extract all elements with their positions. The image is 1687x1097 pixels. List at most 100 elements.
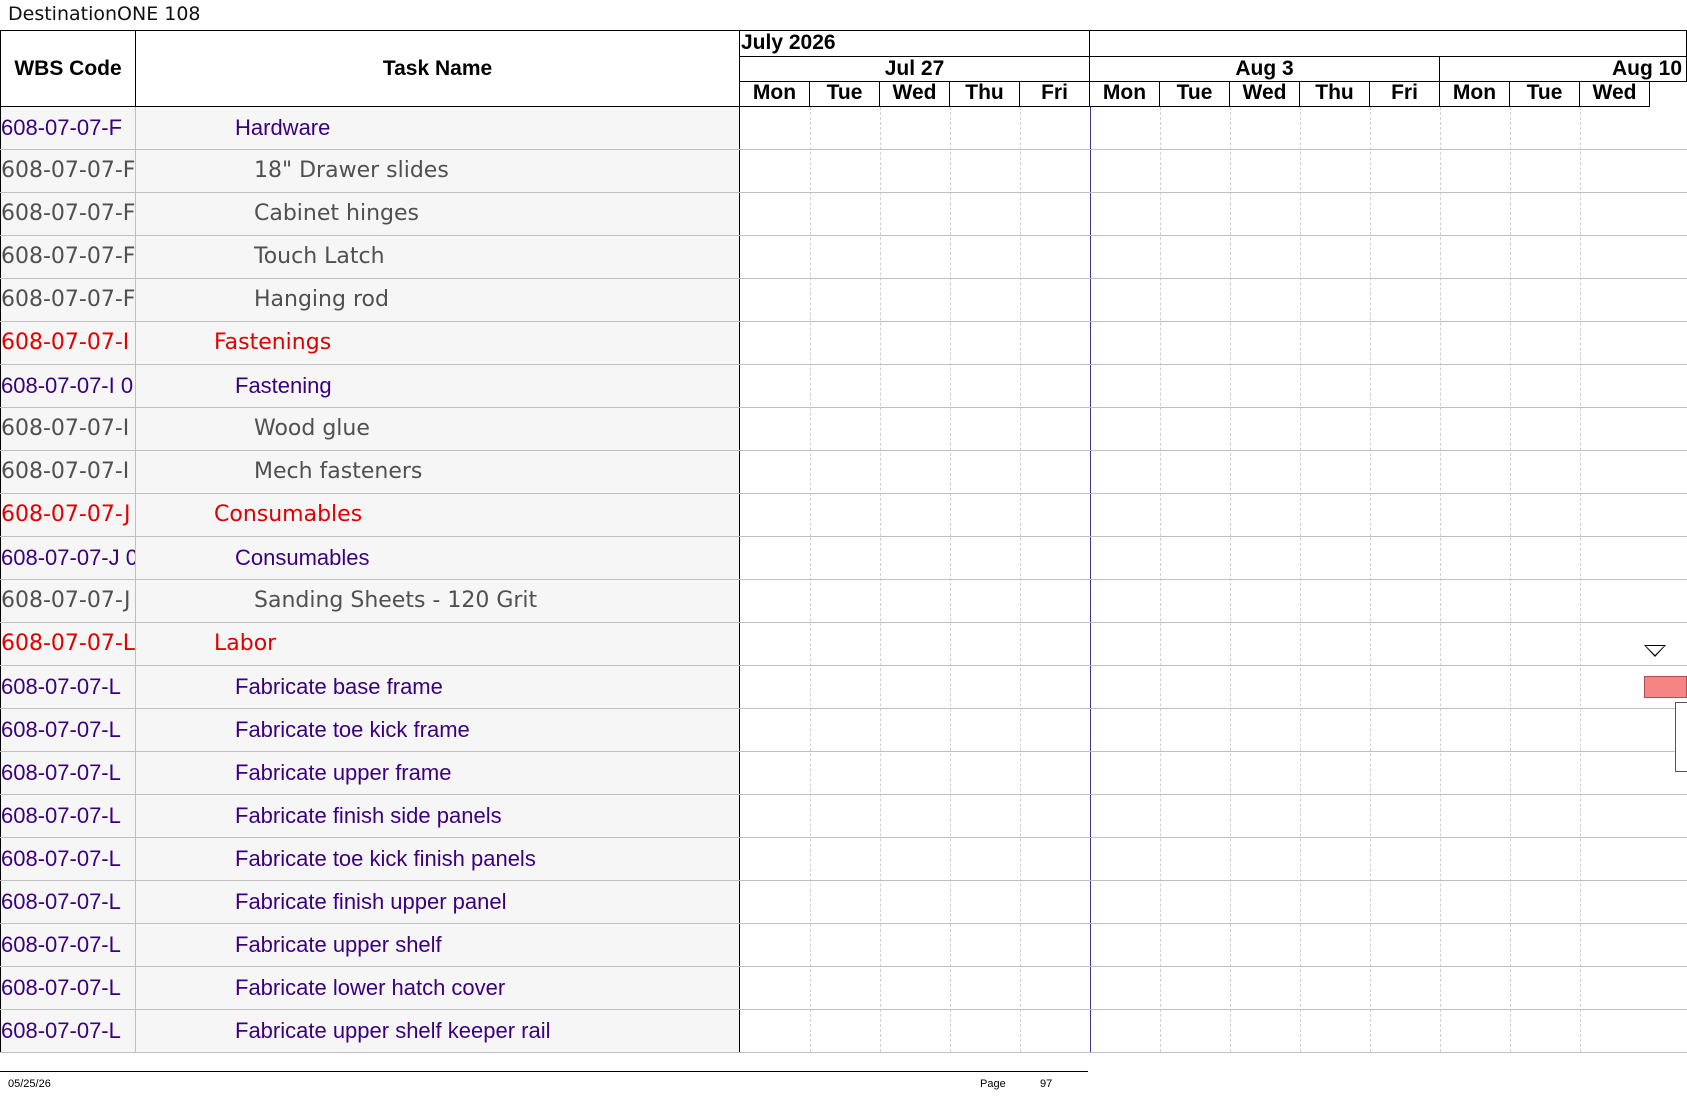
wbs-code-cell[interactable]: 608-07-07-J 01 [0, 580, 136, 622]
table-row[interactable]: 608-07-07-L Fabricate upper shelf keeper … [0, 1010, 740, 1053]
task-name-cell[interactable]: Touch Latch [136, 236, 740, 278]
task-name-text: Fabricate finish upper panel [235, 889, 507, 914]
task-name-text: Fastening [235, 373, 332, 398]
task-name-cell[interactable]: Fabricate toe kick frame [136, 709, 740, 751]
task-name-cell[interactable]: Fabricate upper frame [136, 752, 740, 794]
wbs-code-cell[interactable]: 608-07-07-I 0 [0, 365, 136, 407]
wbs-code-cell[interactable]: 608-07-07-F [0, 107, 136, 149]
wbs-code-cell[interactable]: 608-07-07-I 01 [0, 451, 136, 493]
task-name-cell[interactable]: Consumables [136, 494, 740, 536]
task-name-cell[interactable]: Fabricate upper shelf keeper rail [136, 1010, 740, 1052]
task-name-cell[interactable]: Fastening [136, 365, 740, 407]
table-row[interactable]: 608-07-07-L Fabricate upper frame [0, 752, 740, 795]
task-name-cell[interactable]: Fabricate finish upper panel [136, 881, 740, 923]
wbs-code-cell[interactable]: 608-07-07-L [0, 924, 136, 966]
table-row[interactable]: 608-07-07-J 01 Sanding Sheets - 120 Grit [0, 580, 740, 623]
task-bar-outline[interactable] [1675, 702, 1687, 772]
table-row[interactable]: 608-07-07-F 0 Touch Latch [0, 236, 740, 279]
wbs-column-header[interactable]: WBS Code [0, 31, 136, 107]
day-header: Fri [1370, 82, 1440, 107]
task-name-cell[interactable]: 18" Drawer slides [136, 150, 740, 192]
task-name-cell[interactable]: Labor [136, 623, 740, 665]
day-header: Mon [1440, 82, 1510, 107]
wbs-code-cell[interactable]: 608-07-07-L [0, 752, 136, 794]
row-gridline [740, 622, 1687, 623]
task-name-cell[interactable]: Fabricate finish side panels [136, 795, 740, 837]
table-row[interactable]: 608-07-07-I 01 Mech fasteners [0, 451, 740, 494]
task-name-cell[interactable]: Cabinet hinges [136, 193, 740, 235]
wbs-code-cell[interactable]: 608-07-07-L [0, 838, 136, 880]
row-gridline [740, 751, 1687, 752]
task-name-cell[interactable]: Wood glue [136, 408, 740, 450]
footer-divider [0, 1071, 1088, 1072]
task-name-text: Consumables [214, 502, 363, 527]
wbs-code-cell[interactable]: 608-07-07-I 01 [0, 408, 136, 450]
wbs-code-cell[interactable]: 608-07-07-L [0, 666, 136, 708]
task-name-cell[interactable]: Fabricate base frame [136, 666, 740, 708]
task-name-text: Hanging rod [254, 287, 389, 312]
table-row[interactable]: 608-07-07-L Fabricate toe kick finish pan… [0, 838, 740, 881]
table-row[interactable]: 608-07-07-L Fabricate finish side panels [0, 795, 740, 838]
task-name-cell[interactable]: Sanding Sheets - 120 Grit [136, 580, 740, 622]
table-row[interactable]: 608-07-07-F Hardware [0, 107, 740, 150]
wbs-code-cell[interactable]: 608-07-07-F 0 [0, 193, 136, 235]
task-name-text: Wood glue [254, 416, 370, 441]
month-header: July 2026 [740, 31, 1090, 57]
wbs-code-cell[interactable]: 608-07-07-J 0 [0, 537, 136, 579]
summary-task-marker[interactable] [1644, 645, 1666, 657]
row-gridline [740, 149, 1687, 150]
task-name-cell[interactable]: Hanging rod [136, 279, 740, 321]
row-gridline [740, 278, 1687, 279]
table-row[interactable]: 608-07-07-L Fabricate finish upper panel [0, 881, 740, 924]
wbs-code-cell[interactable]: 608-07-07-L [0, 881, 136, 923]
task-name-text: Fabricate upper shelf keeper rail [235, 1018, 551, 1043]
task-name-text: Hardware [235, 115, 331, 140]
table-row[interactable]: 608-07-07-L Labor [0, 623, 740, 666]
task-name-cell[interactable]: Consumables [136, 537, 740, 579]
task-name-text: Mech fasteners [254, 459, 423, 484]
task-name-cell[interactable]: Fastenings [136, 322, 740, 364]
document-title: DestinationONE 108 [8, 3, 201, 25]
row-gridline [740, 321, 1687, 322]
wbs-code-cell[interactable]: 608-07-07-I [0, 322, 136, 364]
table-row[interactable]: 608-07-07-L Fabricate upper shelf [0, 924, 740, 967]
table-row[interactable]: 608-07-07-J Consumables [0, 494, 740, 537]
row-gridline [740, 579, 1687, 580]
task-name-text: Touch Latch [254, 244, 385, 269]
task-name-cell[interactable]: Fabricate lower hatch cover [136, 967, 740, 1009]
wbs-code-cell[interactable]: 608-07-07-F 0 [0, 279, 136, 321]
row-gridline [740, 923, 1687, 924]
task-name-text: Fabricate finish side panels [235, 803, 502, 828]
footer-page-number: 97 [1040, 1078, 1053, 1090]
table-row[interactable]: 608-07-07-I 0 Fastening [0, 365, 740, 408]
wbs-code-cell[interactable]: 608-07-07-L [0, 795, 136, 837]
wbs-code-cell[interactable]: 608-07-07-F 0 [0, 236, 136, 278]
task-bar-fabricate-base-frame[interactable] [1644, 676, 1687, 698]
table-row[interactable]: 608-07-07-L Fabricate lower hatch cover [0, 967, 740, 1010]
task-name-text: 18" Drawer slides [254, 158, 449, 183]
row-gridline [740, 708, 1687, 709]
table-row[interactable]: 608-07-07-F 0 Hanging rod [0, 279, 740, 322]
day-header: Tue [810, 82, 880, 107]
wbs-code-cell[interactable]: 608-07-07-L [0, 623, 136, 665]
table-row[interactable]: 608-07-07-I Fastenings [0, 322, 740, 365]
task-name-cell[interactable]: Fabricate upper shelf [136, 924, 740, 966]
task-column-header[interactable]: Task Name [136, 31, 740, 107]
wbs-code-cell[interactable]: 608-07-07-F 0 [0, 150, 136, 192]
task-name-cell[interactable]: Hardware [136, 107, 740, 149]
wbs-code-cell[interactable]: 608-07-07-L [0, 709, 136, 751]
table-row[interactable]: 608-07-07-J 0 Consumables [0, 537, 740, 580]
month-header [1090, 31, 1687, 57]
row-gridline [740, 1052, 1687, 1053]
table-row[interactable]: 608-07-07-F 0 Cabinet hinges [0, 193, 740, 236]
table-row[interactable]: 608-07-07-L Fabricate toe kick frame [0, 709, 740, 752]
wbs-code-cell[interactable]: 608-07-07-L [0, 967, 136, 1009]
table-row[interactable]: 608-07-07-I 01 Wood glue [0, 408, 740, 451]
task-name-cell[interactable]: Fabricate toe kick finish panels [136, 838, 740, 880]
wbs-code-cell[interactable]: 608-07-07-L [0, 1010, 136, 1052]
day-header: Wed [1230, 82, 1300, 107]
table-row[interactable]: 608-07-07-L Fabricate base frame [0, 666, 740, 709]
table-row[interactable]: 608-07-07-F 0 18" Drawer slides [0, 150, 740, 193]
wbs-code-cell[interactable]: 608-07-07-J [0, 494, 136, 536]
task-name-cell[interactable]: Mech fasteners [136, 451, 740, 493]
